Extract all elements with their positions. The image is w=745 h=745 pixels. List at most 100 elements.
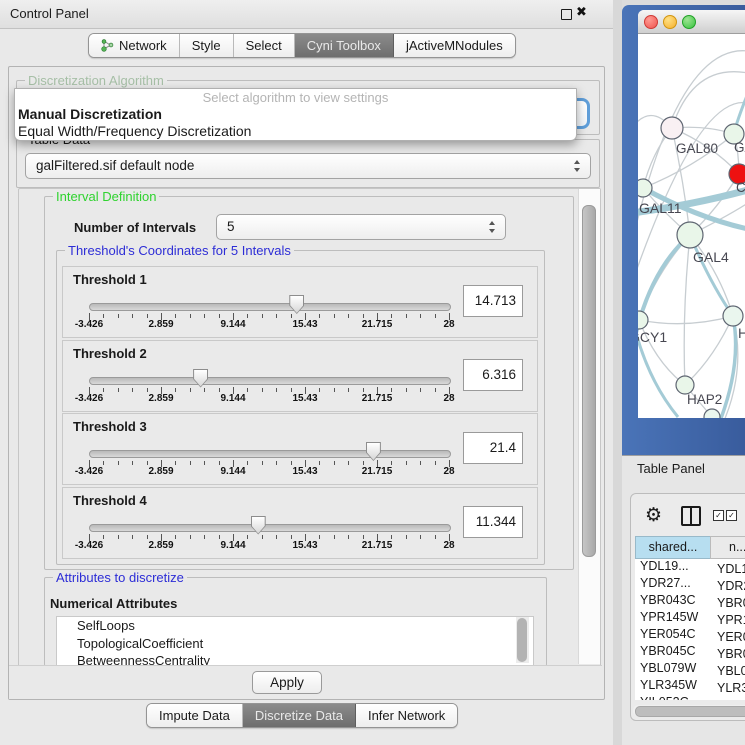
tick-label: 2.859 [133, 319, 189, 330]
threshold-label: Threshold 4 [73, 493, 147, 508]
node-gcy1[interactable] [638, 311, 648, 329]
apply-button[interactable]: Apply [252, 671, 322, 694]
popup-item-manual-discretization[interactable]: Manual Discretization [15, 106, 576, 123]
panel-title: Control Panel [10, 0, 89, 28]
float-window-icon[interactable] [561, 9, 572, 20]
minor-tick [334, 461, 335, 465]
node-gal4[interactable] [677, 222, 703, 248]
tab-discretize-data[interactable]: Discretize Data [243, 704, 356, 727]
combo-stepper-icon [574, 160, 581, 172]
attribute-item-selfloops[interactable]: SelfLoops [57, 617, 533, 635]
node-gal80[interactable] [661, 117, 683, 139]
tick-label: 28 [421, 540, 477, 551]
threshold-slider-track[interactable] [89, 303, 451, 311]
popup-placeholder-item[interactable]: Select algorithm to view settings [15, 89, 576, 106]
minor-tick [175, 314, 176, 318]
minor-tick [420, 314, 421, 318]
screen: Control Panel ✖ NetworkStyleSelectCyni T… [0, 0, 745, 745]
minor-tick [391, 461, 392, 465]
tab-impute-data[interactable]: Impute Data [147, 704, 243, 727]
network-canvas[interactable]: GAL80GACGAL11GAL4GCY1HHAP2 [638, 33, 745, 418]
edge-thin[interactable] [639, 235, 690, 320]
table-row[interactable]: YER054CYER0 [635, 627, 745, 644]
attribute-item-topologicalcoefficient[interactable]: TopologicalCoefficient [57, 635, 533, 653]
column-header-shared-name[interactable]: shared... [635, 536, 711, 559]
minor-tick [334, 535, 335, 539]
table-row[interactable]: YIL052CYIL0 [635, 695, 745, 700]
node-gal11[interactable] [638, 179, 652, 197]
threshold-value-field[interactable]: 6.316 [463, 359, 523, 391]
edge-thin[interactable] [672, 72, 745, 128]
edge-thick[interactable] [690, 235, 733, 316]
tab-label: Discretize Data [255, 708, 343, 723]
columns-icon[interactable] [681, 506, 701, 526]
table-data-combo[interactable]: galFiltered.sif default node [25, 153, 591, 179]
panel-divider[interactable] [613, 0, 622, 745]
minor-tick [247, 314, 248, 318]
minor-tick [276, 314, 277, 318]
minor-tick [247, 388, 248, 392]
table-row[interactable]: YBR045CYBR0 [635, 644, 745, 661]
minor-tick [175, 461, 176, 465]
cell-shared-name: YBL079W [635, 661, 712, 675]
edge-thin[interactable] [639, 316, 733, 324]
tab-infer-network[interactable]: Infer Network [356, 704, 457, 727]
checkbox-icon[interactable]: ✓ [726, 510, 737, 521]
gear-icon[interactable]: ⚙ [645, 506, 662, 525]
threshold-value-field[interactable]: 21.4 [463, 432, 523, 464]
attributes-list-scrollbar[interactable] [516, 617, 529, 663]
minor-tick [262, 535, 263, 539]
edge-thin[interactable] [685, 316, 733, 385]
threshold-slider-track[interactable] [89, 450, 451, 458]
threshold-slider-handle[interactable] [193, 369, 208, 388]
threshold-slider-handle[interactable] [251, 516, 266, 535]
scrollpane-vscrollbar-thumb[interactable] [582, 205, 596, 557]
minor-tick [363, 314, 364, 318]
mac-zoom-light[interactable] [682, 15, 696, 29]
minor-tick [118, 314, 119, 318]
tab-jactivemnodules[interactable]: jActiveMNodules [394, 34, 515, 57]
bottom-tab-bar: Impute Data Discretize Data Infer Network [146, 703, 458, 728]
table-row[interactable]: YDL19...YDL1 [635, 559, 745, 576]
table-row[interactable]: YLR345WYLR3 [635, 678, 745, 695]
node-label-gcy1: GCY1 [638, 329, 667, 345]
table-row[interactable]: YBL079WYBL0 [635, 661, 745, 678]
threshold-value-field[interactable]: 14.713 [463, 285, 523, 317]
tab-select[interactable]: Select [234, 34, 295, 57]
threshold-slider-handle[interactable] [366, 442, 381, 461]
threshold-slider-handle[interactable] [289, 295, 304, 314]
edge-thin[interactable] [684, 235, 690, 385]
popup-item-equal-width[interactable]: Equal Width/Frequency Discretization [15, 123, 576, 139]
table-hscrollbar-thumb[interactable] [635, 706, 745, 717]
tab-cyni-toolbox[interactable]: Cyni Toolbox [295, 34, 394, 57]
cell-name: YDR2 [712, 579, 745, 593]
threshold-value-field[interactable]: 11.344 [463, 506, 523, 538]
number-of-intervals-combo[interactable]: 5 [216, 214, 506, 240]
minor-tick [276, 535, 277, 539]
cell-shared-name: YPR145W [635, 610, 712, 624]
checkbox-icon[interactable]: ✓ [713, 510, 724, 521]
threshold-slider-track[interactable] [89, 377, 451, 385]
tick-label: 28 [421, 466, 477, 477]
table-row[interactable]: YBR043CYBR0 [635, 593, 745, 610]
minor-tick [420, 388, 421, 392]
attributes-list-scrollbar-thumb[interactable] [517, 618, 527, 662]
edge-thick[interactable] [638, 333, 678, 417]
mac-close-light[interactable] [644, 15, 658, 29]
mac-minimize-light[interactable] [663, 15, 677, 29]
node-h[interactable] [723, 306, 743, 326]
attribute-item-betweennesscentrality[interactable]: BetweennessCentrality [57, 652, 533, 665]
minor-tick [247, 461, 248, 465]
minor-tick [391, 314, 392, 318]
threshold-slider-track[interactable] [89, 524, 451, 532]
column-header-name[interactable]: n... [710, 536, 745, 559]
tab-style[interactable]: Style [180, 34, 234, 57]
numerical-attributes-list[interactable]: SelfLoopsTopologicalCoefficientBetweenne… [56, 616, 534, 665]
edge-thick[interactable] [720, 316, 736, 418]
table-row[interactable]: YPR145WYPR1 [635, 610, 745, 627]
close-icon[interactable]: ✖ [576, 5, 587, 20]
cell-shared-name: YLR345W [635, 678, 712, 692]
table-row[interactable]: YDR27...YDR2 [635, 576, 745, 593]
minor-tick [406, 461, 407, 465]
tab-network[interactable]: Network [89, 34, 180, 57]
